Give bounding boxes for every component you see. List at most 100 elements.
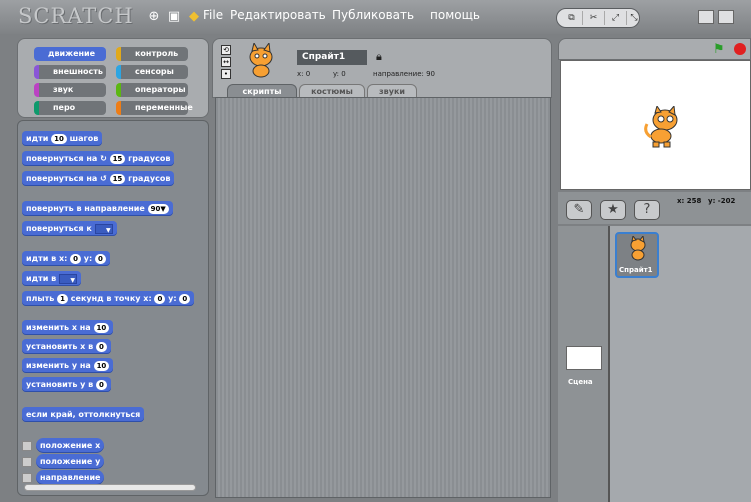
- lock-icon[interactable]: 🔒︎: [376, 50, 382, 64]
- reporter-x-position[interactable]: положение x: [36, 438, 105, 453]
- cat-sprite[interactable]: [641, 106, 687, 148]
- category-sound[interactable]: звук: [34, 83, 106, 97]
- category-motion[interactable]: движение: [34, 47, 106, 61]
- block-text: y:: [168, 294, 177, 303]
- green-flag-icon[interactable]: ⚑: [713, 42, 725, 57]
- category-control[interactable]: контроль: [116, 47, 188, 61]
- direction-dropdown[interactable]: 90▼: [147, 203, 169, 214]
- stage-thumbnail[interactable]: [566, 346, 602, 370]
- mouse-x: x: 258: [677, 197, 702, 205]
- menu-share[interactable]: Публиковать: [332, 8, 414, 22]
- x-input[interactable]: 0: [70, 253, 81, 264]
- category-selector: движение контроль внешность сенсоры звук…: [17, 38, 209, 118]
- block-text: секунд в точку x:: [70, 294, 152, 303]
- stage-list-column: Сцена: [558, 226, 609, 502]
- tab-costumes[interactable]: костюмы: [299, 84, 365, 98]
- block-text: градусов: [128, 174, 171, 183]
- rotate-mode-icon[interactable]: ⟲: [221, 45, 231, 55]
- share-icon[interactable]: ◆: [186, 9, 202, 25]
- paint-new-sprite-icon[interactable]: ✎: [566, 200, 592, 220]
- block-point-direction[interactable]: повернуть в направление 90▼: [22, 201, 173, 216]
- reporter-y-position[interactable]: положение y: [36, 454, 105, 469]
- block-text: изменить х на: [26, 323, 91, 332]
- block-point-towards[interactable]: повернуться к: [22, 221, 117, 238]
- block-turn-right[interactable]: повернуться на ↻ 15 градусов: [22, 151, 175, 166]
- tool-group: ⧉ ✂ ⤢ ⤡: [556, 8, 640, 28]
- number-input[interactable]: 0: [95, 341, 107, 352]
- checkbox-direction[interactable]: [22, 473, 32, 483]
- category-looks[interactable]: внешность: [34, 65, 106, 79]
- block-goto-xy[interactable]: идти в x: 0 y: 0: [22, 251, 110, 266]
- block-glide[interactable]: плыть 1 секунд в точку x: 0 y: 0: [22, 291, 195, 306]
- block-bounce[interactable]: если край, оттолкнуться: [22, 407, 145, 422]
- tab-sounds[interactable]: звуки: [367, 84, 417, 98]
- no-rotate-icon[interactable]: •: [221, 69, 231, 79]
- category-pen[interactable]: перо: [34, 101, 106, 115]
- shrink-icon[interactable]: ⤡: [623, 11, 645, 25]
- block-text: установить х в: [26, 342, 94, 351]
- reporter-direction[interactable]: направление: [36, 470, 105, 485]
- target-dropdown[interactable]: [94, 223, 113, 238]
- block-text: шагов: [69, 134, 99, 143]
- tab-scripts[interactable]: скрипты: [227, 84, 297, 98]
- block-text: повернуться к: [26, 224, 92, 233]
- block-text: повернуться на: [26, 174, 98, 183]
- block-change-x[interactable]: изменить х на 10: [22, 320, 114, 335]
- flip-mode-icon[interactable]: ↔: [221, 57, 231, 67]
- globe-icon[interactable]: ⊕: [146, 9, 162, 25]
- category-operators[interactable]: операторы: [116, 83, 188, 97]
- number-input[interactable]: 15: [109, 153, 126, 164]
- number-input[interactable]: 0: [96, 379, 107, 390]
- block-text: если край, оттолкнуться: [26, 410, 141, 419]
- number-input[interactable]: 10: [51, 133, 67, 144]
- sprite-name-input[interactable]: Спрайт1: [297, 50, 367, 65]
- stop-icon[interactable]: [734, 43, 746, 55]
- target-dropdown[interactable]: [58, 273, 77, 288]
- palette-scrollbar[interactable]: [24, 484, 196, 491]
- sprite-thumb-sprite1[interactable]: Спрайт1: [615, 232, 659, 278]
- number-input[interactable]: 15: [109, 173, 126, 184]
- block-set-y[interactable]: установить у в 0: [22, 377, 111, 392]
- menu-edit[interactable]: Редактировать: [230, 8, 326, 22]
- y-input[interactable]: 0: [95, 253, 106, 264]
- menu-file[interactable]: File: [203, 8, 223, 22]
- sprite-thumbnail-icon: [249, 43, 273, 78]
- block-move[interactable]: идти 10 шагов: [22, 131, 103, 146]
- choose-sprite-icon[interactable]: ★: [600, 200, 626, 220]
- checkbox-x-position[interactable]: [22, 441, 32, 451]
- block-palette: идти 10 шагов повернуться на ↻ 15 градус…: [17, 120, 209, 496]
- turn-right-icon: ↻: [100, 154, 107, 163]
- number-input[interactable]: 10: [93, 322, 110, 333]
- small-stage-icon[interactable]: [698, 10, 714, 24]
- x-input[interactable]: 0: [154, 293, 166, 304]
- stage[interactable]: [560, 60, 751, 190]
- cut-icon[interactable]: ✂: [583, 11, 605, 25]
- block-text: градусов: [128, 154, 171, 163]
- category-sensing[interactable]: сенсоры: [116, 65, 188, 79]
- normal-stage-icon[interactable]: [718, 10, 734, 24]
- menu-help[interactable]: помощь: [430, 8, 480, 22]
- save-icon[interactable]: ▣: [166, 9, 182, 25]
- block-text: установить у в: [26, 380, 94, 389]
- y-input[interactable]: 0: [179, 293, 191, 304]
- checkbox-y-position[interactable]: [22, 457, 32, 467]
- seconds-input[interactable]: 1: [57, 293, 68, 304]
- duplicate-icon[interactable]: ⧉: [561, 11, 583, 25]
- sprite-thumb-label: Спрайт1: [619, 266, 653, 274]
- sprite-x: x: 0: [297, 70, 311, 78]
- block-text: идти: [26, 134, 49, 143]
- block-goto[interactable]: идти в: [22, 271, 81, 288]
- block-change-y[interactable]: изменить у на 10: [22, 358, 114, 373]
- scratch-logo: SCRATCH: [18, 4, 134, 28]
- block-set-x[interactable]: установить х в 0: [22, 339, 111, 354]
- block-text: повернуть в направление: [26, 204, 145, 213]
- number-input[interactable]: 10: [93, 360, 110, 371]
- random-sprite-icon[interactable]: ?: [634, 200, 660, 220]
- scripts-area[interactable]: [215, 97, 551, 498]
- sprite-info-panel: ⟲ ↔ • Спрайт1 🔒︎ x: 0 y: 0 направление: …: [212, 38, 552, 98]
- block-text: y:: [83, 254, 93, 263]
- block-turn-left[interactable]: повернуться на ↺ 15 градусов: [22, 171, 175, 186]
- cat-thumbnail-icon: [630, 236, 646, 261]
- stage-header: ⚑: [558, 38, 751, 60]
- category-variables[interactable]: переменные: [116, 101, 193, 115]
